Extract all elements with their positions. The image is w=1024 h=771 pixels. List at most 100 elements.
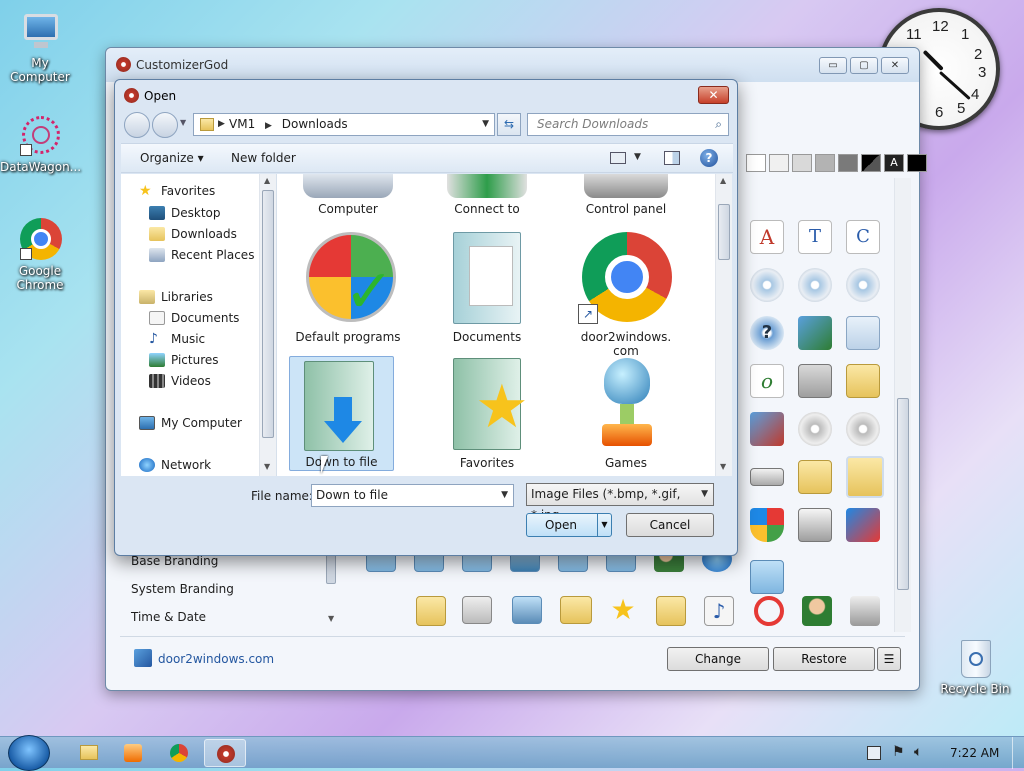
scroll-thumb[interactable] — [718, 204, 730, 260]
back-button[interactable] — [124, 112, 150, 138]
nav-libraries[interactable]: Libraries — [139, 290, 213, 304]
network-computer-icon[interactable] — [512, 596, 542, 624]
menu-button[interactable]: ☰ — [877, 647, 901, 671]
swatch[interactable] — [861, 154, 881, 172]
lock-key-icon[interactable] — [850, 596, 880, 626]
swatch[interactable] — [746, 154, 766, 172]
nav-my-computer[interactable]: My Computer — [139, 416, 242, 430]
swatch[interactable] — [907, 154, 927, 172]
desktop-icon-datawagon[interactable]: DataWagon... — [0, 114, 81, 174]
start-button[interactable] — [8, 735, 50, 771]
nav-downloads[interactable]: Downloads — [149, 227, 237, 241]
window-titlebar[interactable]: CustomizerGod — [106, 48, 919, 82]
pages-icon[interactable] — [846, 316, 880, 350]
swatch[interactable] — [815, 154, 835, 172]
user-icon[interactable] — [802, 596, 832, 626]
scroll-down-icon[interactable]: ▼ — [720, 462, 726, 471]
restore-button[interactable]: Restore — [773, 647, 875, 671]
file-type-icon[interactable]: C — [846, 220, 880, 254]
file-item[interactable]: Games — [567, 358, 685, 470]
open-button[interactable]: Open ▼ — [526, 513, 612, 537]
nav-desktop[interactable]: Desktop — [149, 206, 221, 220]
preview-pane-icon[interactable] — [664, 151, 680, 165]
tray-network-icon[interactable] — [867, 746, 881, 760]
nav-recent-places[interactable]: Recent Places — [149, 248, 254, 262]
tray-volume-icon[interactable]: 🔈︎ — [914, 744, 922, 760]
show-desktop-button[interactable] — [1012, 737, 1024, 769]
file-scrollbar[interactable]: ▲ ▼ — [715, 174, 732, 476]
nav-network[interactable]: Network — [139, 458, 211, 472]
navigation-pane[interactable]: ★ Favorites Desktop Downloads Recent Plac… — [121, 174, 277, 476]
file-type-icon[interactable]: T — [798, 220, 832, 254]
taskbar-customizergod-button[interactable] — [204, 739, 246, 767]
filetype-dropdown-icon[interactable]: ▼ — [701, 484, 708, 505]
grid-scrollbar[interactable] — [894, 178, 911, 632]
folder-blue-icon[interactable] — [798, 460, 832, 494]
view-options-icon[interactable] — [610, 152, 626, 164]
star-icon[interactable]: ★ — [608, 596, 638, 626]
network-connection-icon[interactable] — [846, 508, 880, 542]
file-list[interactable]: Computer Connect to Control panel ✓ Defa… — [277, 174, 732, 476]
swatch[interactable] — [792, 154, 812, 172]
block-icon[interactable] — [754, 596, 784, 626]
music-note-icon[interactable]: ♪ — [704, 596, 734, 626]
swatch[interactable] — [838, 154, 858, 172]
file-type-icon[interactable]: A — [750, 220, 784, 254]
dvd-icon[interactable] — [750, 268, 784, 302]
swatch[interactable] — [769, 154, 789, 172]
help-icon[interactable]: ? — [700, 149, 718, 167]
nav-videos[interactable]: Videos — [149, 374, 211, 388]
scroll-up-icon[interactable]: ▲ — [264, 176, 270, 185]
nav-scrollbar[interactable]: ▲ ▼ — [259, 174, 276, 476]
filetype-select[interactable]: Image Files (*.bmp, *.gif, *.jpg, ▼ — [526, 483, 714, 522]
address-dropdown-icon[interactable]: ▼ — [482, 114, 489, 135]
address-bar[interactable]: ▶ VM1 ▶ Downloads ▼ — [193, 113, 495, 136]
scroll-down-icon[interactable]: ▼ — [264, 462, 270, 471]
view-options-chevron-icon[interactable]: ▼ — [634, 152, 641, 162]
file-item[interactable]: ✓ Default programs — [289, 232, 407, 344]
filename-input[interactable]: Down to file ▼ — [311, 484, 514, 507]
breadcrumb-downloads[interactable]: Downloads — [282, 117, 348, 131]
desktop-icon-chrome[interactable]: Google Chrome — [0, 218, 80, 292]
open-dialog[interactable]: Open ✕ ▼ ▶ VM1 ▶ Downloads ▼ ⇆ Search Do… — [114, 79, 738, 556]
desktop-icon-my-computer[interactable]: My Computer — [0, 10, 80, 84]
script-icon[interactable]: o — [750, 364, 784, 398]
nav-favorites[interactable]: ★ Favorites — [139, 184, 215, 198]
keyboard-icon[interactable] — [750, 468, 784, 486]
folder-zip-icon[interactable] — [846, 364, 880, 398]
cd-audio-icon[interactable] — [846, 268, 880, 302]
dvd-rw-icon[interactable] — [846, 412, 880, 446]
bottom-icon-row[interactable]: ★ ♪ — [366, 546, 886, 630]
color-swatch-strip[interactable]: A — [746, 154, 927, 172]
shield-icon[interactable] — [750, 508, 784, 542]
network-drive-icon[interactable] — [750, 412, 784, 446]
filename-dropdown-icon[interactable]: ▼ — [501, 485, 508, 506]
search-folder-icon[interactable] — [656, 596, 686, 626]
file-item[interactable]: Control panel — [567, 174, 685, 216]
organize-menu[interactable]: Organize ▾ — [140, 151, 204, 165]
folder-icon[interactable] — [416, 596, 446, 626]
dvd-icon[interactable] — [798, 268, 832, 302]
nav-documents[interactable]: Documents — [149, 311, 239, 325]
minimize-button[interactable]: ▭ — [819, 57, 847, 74]
nav-pictures[interactable]: Pictures — [149, 353, 219, 367]
help-disc-icon[interactable]: ? — [750, 316, 784, 350]
cancel-button[interactable]: Cancel — [626, 513, 714, 537]
open-split-chevron-icon[interactable]: ▼ — [597, 514, 611, 536]
scroll-thumb[interactable] — [262, 190, 274, 438]
maximize-button[interactable]: ▢ — [850, 57, 878, 74]
file-item[interactable]: Connect to — [428, 174, 546, 216]
recent-pages-chevron-icon[interactable]: ▼ — [180, 118, 186, 127]
nav-music[interactable]: ♪ Music — [149, 332, 205, 346]
folder-windows-icon[interactable] — [560, 596, 592, 624]
category-scroll-thumb[interactable] — [326, 552, 336, 584]
dialog-close-button[interactable]: ✕ — [698, 86, 729, 104]
close-button[interactable]: ✕ — [881, 57, 909, 74]
breadcrumb-vm1[interactable]: VM1 — [229, 117, 255, 131]
dvd-r-icon[interactable] — [798, 412, 832, 446]
scroll-thumb[interactable] — [897, 398, 909, 590]
category-system-branding[interactable]: System Branding — [131, 582, 234, 596]
desktop-icon-recycle-bin[interactable]: Recycle Bin — [935, 636, 1015, 696]
search-input[interactable]: Search Downloads ⌕ — [527, 113, 729, 136]
taskbar-explorer-button[interactable] — [68, 739, 110, 767]
